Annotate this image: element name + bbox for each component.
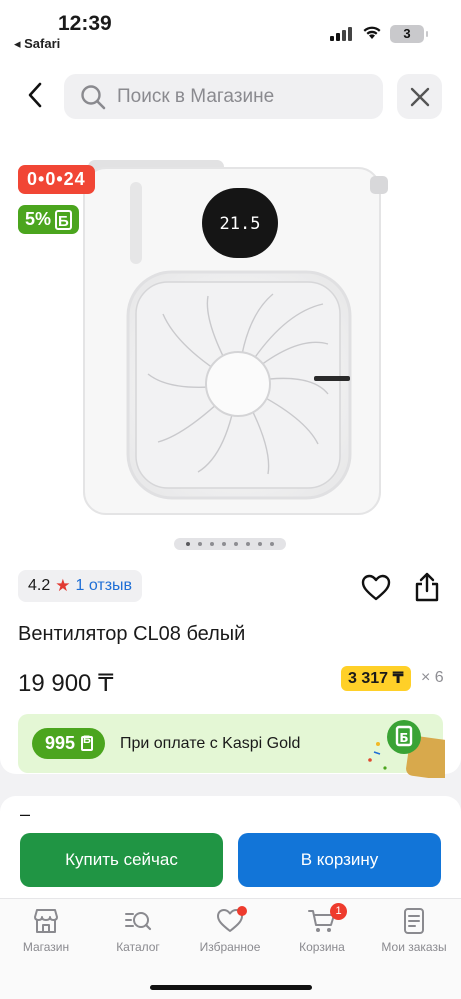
home-indicator (150, 985, 312, 990)
kaspi-gold-card-icon: Б (368, 720, 445, 778)
store-icon (34, 909, 58, 933)
bonus-percent: 5% (25, 209, 52, 229)
gallery-dot[interactable] (246, 542, 250, 546)
catalog-search-icon (125, 912, 152, 931)
air-cooler-fan-image[interactable]: 21.5 (78, 154, 390, 519)
search-header (0, 62, 461, 132)
status-time: 12:39 (58, 12, 112, 35)
gallery-dot[interactable] (270, 542, 274, 546)
star-icon: ★ (55, 576, 71, 595)
installment-badge[interactable]: 3 317 ₸ (341, 666, 411, 691)
heart-icon[interactable] (361, 574, 391, 602)
tab-store[interactable]: Магазин (0, 907, 92, 963)
tab-favorites[interactable]: Избранное (184, 906, 276, 963)
timer-badge: 0•0•24 (18, 165, 95, 194)
rating-chip[interactable]: 4.2 ★ 1 отзыв (18, 570, 143, 602)
product-page: 12:39 ◂ Safari 3 Поиск в Магазине 21.5 0… (0, 0, 461, 999)
back-button[interactable] (18, 74, 52, 116)
bonus-b-icon (81, 734, 94, 751)
gallery-pagination[interactable] (174, 538, 286, 550)
close-button[interactable] (397, 74, 442, 119)
kaspi-gold-text: При оплате с Kaspi Gold (120, 735, 301, 752)
product-price: 19 900 ₸ (18, 670, 114, 697)
battery-indicator: 3 (390, 25, 428, 43)
cellular-signal-icon (330, 27, 354, 41)
product-card: 21.5 0•0•24 5% 4.2 ★ 1 отзыв (0, 132, 461, 778)
installment-multiplier: × 6 (421, 669, 444, 686)
wifi-icon (363, 26, 381, 39)
tab-orders[interactable]: Мои заказы (368, 907, 460, 963)
favorites-dot-badge (237, 906, 247, 916)
bonus-badge: 5% (18, 205, 80, 236)
tab-cart[interactable]: 1 Корзина (276, 903, 368, 963)
chevron-left-icon (28, 82, 42, 108)
orders-icon (404, 908, 424, 934)
back-to-safari-link[interactable]: ◂ Safari (14, 36, 60, 52)
svg-text:Б: Б (399, 731, 408, 745)
cart-icon-wrap: 1 (308, 903, 347, 935)
tab-bar: Магазин Каталог Избранное 1 Корзина Мои … (0, 898, 461, 999)
gallery-dot[interactable] (258, 542, 262, 546)
reviews-link[interactable]: 1 отзыв (76, 577, 133, 595)
display-reading: 21.5 (220, 214, 261, 234)
rating-value: 4.2 (28, 577, 51, 594)
purchase-actions: – Купить сейчас В корзину (0, 796, 461, 898)
search-icon (81, 84, 106, 109)
tab-label: Корзина (299, 940, 345, 954)
gallery-dot[interactable] (222, 542, 226, 546)
heart-icon-wrap (216, 906, 247, 935)
search-input[interactable] (117, 85, 367, 108)
tab-label: Каталог (116, 940, 160, 954)
close-icon (410, 87, 429, 106)
kaspi-gold-banner[interactable]: 995 При оплате с Kaspi Gold Б (18, 714, 445, 778)
tab-label: Мои заказы (381, 940, 447, 954)
share-icon[interactable] (413, 572, 441, 602)
search-bar[interactable] (64, 74, 383, 119)
tab-label: Избранное (199, 940, 261, 954)
bonus-b-icon (55, 207, 73, 236)
tab-catalog[interactable]: Каталог (92, 907, 184, 963)
product-title: Вентилятор CL08 белый (18, 623, 246, 645)
kaspi-bonus-value: 995 (45, 733, 76, 753)
gallery-dot[interactable] (198, 542, 202, 546)
add-to-cart-button[interactable]: В корзину (238, 833, 441, 887)
status-bar: 12:39 ◂ Safari 3 (0, 0, 461, 62)
buy-now-button[interactable]: Купить сейчас (20, 833, 223, 887)
section-dash: – (20, 804, 31, 824)
gallery-dot[interactable] (234, 542, 238, 546)
tab-label: Магазин (22, 940, 70, 954)
gallery-dot[interactable] (186, 542, 190, 546)
gallery-dot[interactable] (210, 542, 214, 546)
kaspi-bonus-pill: 995 (32, 728, 106, 759)
cart-count-badge: 1 (330, 903, 347, 920)
